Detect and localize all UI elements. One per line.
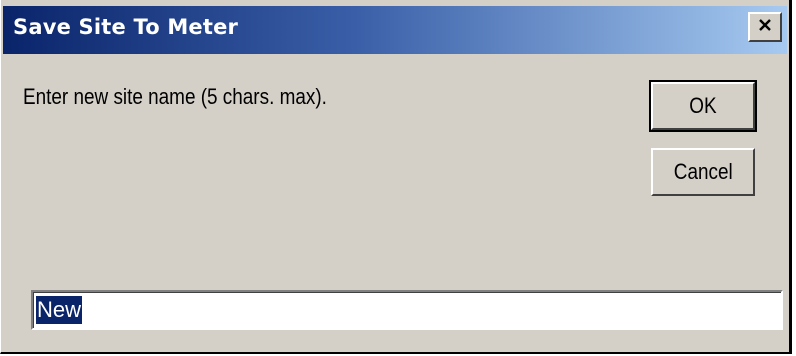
close-icon [757,17,773,37]
cancel-button-label: Cancel [673,159,733,184]
ok-button[interactable]: OK [649,80,757,132]
close-button[interactable] [748,12,782,42]
save-site-dialog: Save Site To Meter Enter new site name (… [0,0,792,354]
ok-button-label: OK [689,93,717,118]
site-name-input[interactable]: New [31,290,783,330]
site-name-value: New [36,296,83,324]
title-bar[interactable]: Save Site To Meter [3,6,787,54]
window-title: Save Site To Meter [13,15,239,39]
prompt-label: Enter new site name (5 chars. max). [23,84,327,109]
cancel-button[interactable]: Cancel [651,148,755,196]
